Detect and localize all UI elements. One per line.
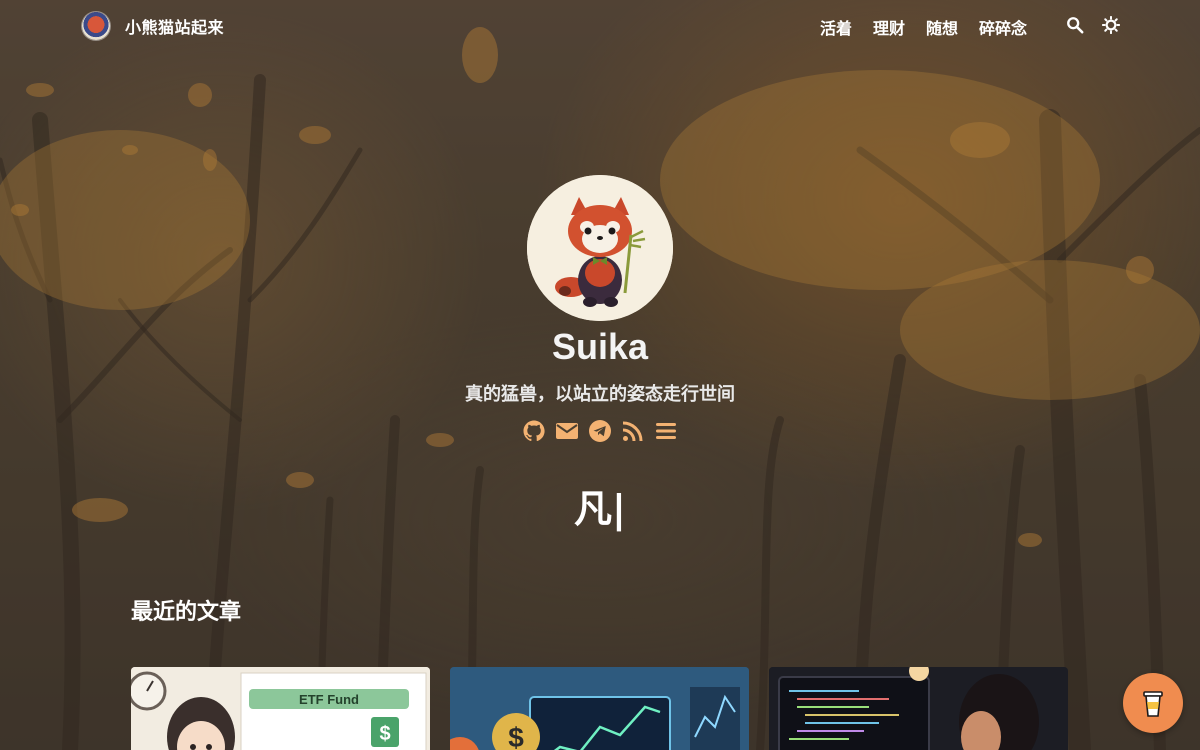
nav-item-finance[interactable]: 理财 xyxy=(873,15,905,39)
finance-dashboard-illustration: $ xyxy=(450,667,749,750)
menu-icon[interactable] xyxy=(654,419,678,443)
svg-text:$: $ xyxy=(379,723,390,745)
etf-fund-illustration: ETF Fund $ xyxy=(131,667,430,750)
search-icon[interactable] xyxy=(1066,16,1084,34)
profile-avatar xyxy=(527,175,673,321)
post-card[interactable] xyxy=(769,667,1068,750)
header-tools xyxy=(1066,16,1120,34)
site-name[interactable]: 小熊猫站起来 xyxy=(125,14,224,38)
nav-item-thoughts[interactable]: 随想 xyxy=(926,15,958,39)
buy-me-coffee-button[interactable] xyxy=(1123,673,1183,733)
post-card[interactable]: ETF Fund $ xyxy=(131,667,430,750)
top-navigation-bar: 小熊猫站起来 活着 理财 随想 碎碎念 xyxy=(0,0,1200,52)
site-brand[interactable]: 小熊猫站起来 xyxy=(82,12,224,40)
github-icon[interactable] xyxy=(522,419,546,443)
recent-posts-title: 最近的文章 xyxy=(131,600,242,625)
rss-icon[interactable] xyxy=(621,419,645,443)
coding-at-laptop-illustration xyxy=(769,667,1068,750)
profile-name: Suika xyxy=(551,326,649,367)
email-icon[interactable] xyxy=(555,419,579,443)
recent-posts-list: ETF Fund $ $ xyxy=(131,667,1068,750)
social-links xyxy=(522,419,678,443)
nav-item-murmurs[interactable]: 碎碎念 xyxy=(979,15,1027,39)
background-forest-image xyxy=(0,0,1200,750)
theme-toggle-icon[interactable] xyxy=(1102,16,1120,34)
post-card[interactable]: $ xyxy=(450,667,749,750)
site-logo-mark: 凡| xyxy=(574,487,626,531)
svg-text:$: $ xyxy=(508,722,524,750)
site-logo-avatar[interactable] xyxy=(82,12,110,40)
nav-item-life[interactable]: 活着 xyxy=(820,15,852,39)
main-nav: 活着 理财 随想 碎碎念 xyxy=(820,15,1027,39)
card-image-caption: ETF Fund xyxy=(299,692,359,707)
telegram-icon[interactable] xyxy=(588,419,612,443)
coffee-cup-icon xyxy=(1143,691,1163,717)
red-panda-illustration xyxy=(527,175,673,321)
profile-subtitle: 真的猛兽，以站立的姿态走行世间 xyxy=(465,384,735,405)
